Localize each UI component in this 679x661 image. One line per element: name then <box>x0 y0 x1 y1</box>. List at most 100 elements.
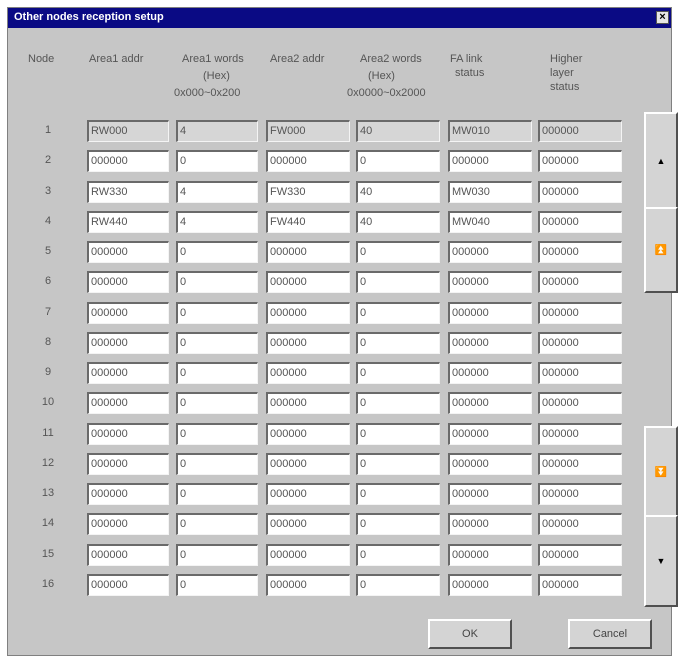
area2-addr-field[interactable]: 000000 <box>266 544 350 566</box>
fa-link-status-field[interactable]: 000000 <box>448 513 532 535</box>
area2-words-field[interactable]: 0 <box>356 332 440 354</box>
area1-addr-field[interactable]: RW330 <box>87 181 169 203</box>
area1-addr-field[interactable]: 000000 <box>87 332 169 354</box>
area1-addr-field[interactable]: 000000 <box>87 453 169 475</box>
higher-layer-status-field[interactable]: 000000 <box>538 302 622 324</box>
area2-words-field[interactable]: 0 <box>356 423 440 445</box>
area1-words-field[interactable]: 0 <box>176 332 258 354</box>
higher-layer-status-field[interactable]: 000000 <box>538 241 622 263</box>
area2-addr-field[interactable]: FW440 <box>266 211 350 233</box>
area1-words-field[interactable]: 0 <box>176 423 258 445</box>
fa-link-status-field[interactable]: 000000 <box>448 302 532 324</box>
page-up-button[interactable]: ⏫ <box>644 207 678 293</box>
area1-words-field[interactable]: 0 <box>176 513 258 535</box>
area2-words-field[interactable]: 0 <box>356 453 440 475</box>
area1-words-field[interactable]: 0 <box>176 544 258 566</box>
area2-addr-field[interactable]: 000000 <box>266 302 350 324</box>
area1-addr-field[interactable]: 000000 <box>87 271 169 293</box>
close-icon[interactable]: × <box>656 11 669 24</box>
area1-words-field[interactable]: 0 <box>176 362 258 384</box>
higher-layer-status-field[interactable]: 000000 <box>538 453 622 475</box>
higher-layer-status-field[interactable]: 000000 <box>538 332 622 354</box>
area2-words-field[interactable]: 0 <box>356 302 440 324</box>
fa-link-status-field[interactable]: 000000 <box>448 332 532 354</box>
area2-words-field[interactable]: 0 <box>356 483 440 505</box>
cancel-button[interactable]: Cancel <box>568 619 652 649</box>
fa-link-status-field[interactable]: 000000 <box>448 392 532 414</box>
area2-addr-field[interactable]: 000000 <box>266 453 350 475</box>
area1-words-field[interactable]: 0 <box>176 574 258 596</box>
higher-layer-status-field[interactable]: 000000 <box>538 392 622 414</box>
area2-addr-field[interactable]: 000000 <box>266 423 350 445</box>
fa-link-status-field[interactable]: 000000 <box>448 453 532 475</box>
area1-addr-field[interactable]: 000000 <box>87 574 169 596</box>
higher-layer-status-field[interactable]: 000000 <box>538 271 622 293</box>
scroll-up-button[interactable]: ▲ <box>644 112 678 210</box>
higher-layer-status-field[interactable]: 000000 <box>538 362 622 384</box>
fa-link-status-field[interactable]: 000000 <box>448 150 532 172</box>
area2-addr-field[interactable]: 000000 <box>266 150 350 172</box>
area1-words-field[interactable]: 0 <box>176 150 258 172</box>
area1-words-field[interactable]: 4 <box>176 211 258 233</box>
fa-link-status-field[interactable]: 000000 <box>448 362 532 384</box>
higher-layer-status-field[interactable]: 000000 <box>538 150 622 172</box>
page-down-button[interactable]: ⏬ <box>644 426 678 518</box>
area1-addr-field[interactable]: 000000 <box>87 544 169 566</box>
area2-addr-field[interactable]: FW330 <box>266 181 350 203</box>
area2-words-field[interactable]: 0 <box>356 150 440 172</box>
scroll-down-button[interactable]: ▼ <box>644 515 678 607</box>
higher-layer-status-field[interactable]: 000000 <box>538 544 622 566</box>
fa-link-status-field[interactable]: 000000 <box>448 423 532 445</box>
area1-words-field[interactable]: 4 <box>176 181 258 203</box>
fa-link-status-field[interactable]: 000000 <box>448 483 532 505</box>
fa-link-status-field[interactable]: 000000 <box>448 544 532 566</box>
area1-addr-field[interactable]: RW440 <box>87 211 169 233</box>
ok-button[interactable]: OK <box>428 619 512 649</box>
area1-addr-field[interactable]: 000000 <box>87 302 169 324</box>
higher-layer-status-field[interactable]: 000000 <box>538 423 622 445</box>
area2-words-field[interactable]: 0 <box>356 392 440 414</box>
fa-link-status-field[interactable]: 000000 <box>448 574 532 596</box>
node-number: 14 <box>41 517 55 529</box>
higher-layer-status-field[interactable]: 000000 <box>538 483 622 505</box>
area2-words-field[interactable]: 0 <box>356 271 440 293</box>
node-number: 12 <box>41 457 55 469</box>
fa-link-status-field[interactable]: MW030 <box>448 181 532 203</box>
area2-addr-field[interactable]: 000000 <box>266 483 350 505</box>
area2-addr-field[interactable]: 000000 <box>266 392 350 414</box>
higher-layer-status-field[interactable]: 000000 <box>538 574 622 596</box>
area1-addr-field[interactable]: 000000 <box>87 241 169 263</box>
area2-addr-field[interactable]: 000000 <box>266 513 350 535</box>
higher-layer-status-field[interactable]: 000000 <box>538 513 622 535</box>
area1-addr-field[interactable]: 000000 <box>87 392 169 414</box>
area1-addr-field[interactable]: 000000 <box>87 423 169 445</box>
area2-addr-field[interactable]: 000000 <box>266 332 350 354</box>
area1-words-field[interactable]: 0 <box>176 392 258 414</box>
area1-addr-field[interactable]: 000000 <box>87 150 169 172</box>
area2-words-field[interactable]: 40 <box>356 211 440 233</box>
area2-words-field[interactable]: 0 <box>356 544 440 566</box>
area1-addr-field[interactable]: 000000 <box>87 483 169 505</box>
area2-words-field[interactable]: 0 <box>356 513 440 535</box>
area1-addr-field[interactable]: 000000 <box>87 513 169 535</box>
area1-words-field[interactable]: 0 <box>176 241 258 263</box>
area1-words-field[interactable]: 0 <box>176 483 258 505</box>
higher-layer-status-field[interactable]: 000000 <box>538 211 622 233</box>
area1-words-field[interactable]: 0 <box>176 302 258 324</box>
area1-words-field[interactable]: 0 <box>176 271 258 293</box>
fa-link-status-field[interactable]: MW040 <box>448 211 532 233</box>
area2-words-field[interactable]: 0 <box>356 241 440 263</box>
area2-words-field[interactable]: 0 <box>356 574 440 596</box>
higher-layer-status-field[interactable]: 000000 <box>538 181 622 203</box>
fa-link-status-field[interactable]: 000000 <box>448 241 532 263</box>
area2-addr-field[interactable]: 000000 <box>266 241 350 263</box>
area1-addr-field[interactable]: 000000 <box>87 362 169 384</box>
area2-words-field[interactable]: 40 <box>356 181 440 203</box>
area2-words-field[interactable]: 0 <box>356 362 440 384</box>
area1-words-field[interactable]: 0 <box>176 453 258 475</box>
area2-addr-field[interactable]: 000000 <box>266 574 350 596</box>
area2-addr-field[interactable]: 000000 <box>266 362 350 384</box>
fa-link-status-field[interactable]: 000000 <box>448 271 532 293</box>
area2-addr-field[interactable]: 000000 <box>266 271 350 293</box>
header-area2-words-hex: (Hex) <box>368 70 395 82</box>
